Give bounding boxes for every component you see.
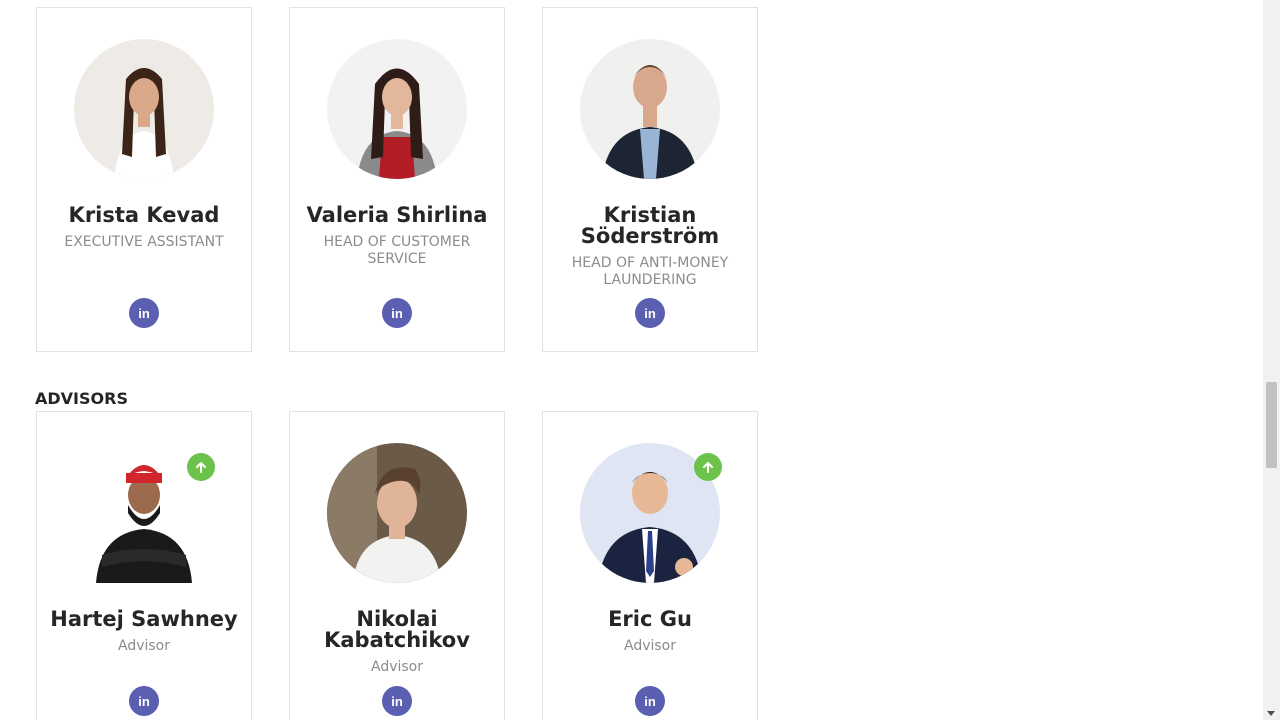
member-role: Advisor — [623, 638, 676, 654]
avatar — [74, 39, 214, 179]
member-name: Hartej Sawhney — [50, 607, 238, 631]
linkedin-icon[interactable]: in — [635, 298, 665, 328]
member-name: Krista Kevad — [68, 203, 220, 227]
arrow-up-icon — [187, 453, 215, 481]
team-card-krista-kevad: Krista Kevad EXECUTIVE ASSISTANT in — [36, 7, 252, 352]
arrow-up-icon — [694, 453, 722, 481]
member-role: HEAD OF ANTI-MONEY LAUNDERING — [571, 255, 729, 288]
avatar — [327, 443, 467, 583]
member-name: Nikolai Kabatchikov — [324, 607, 470, 652]
linkedin-icon[interactable]: in — [129, 686, 159, 716]
advisor-card-nikolai-kabatchikov: Nikolai Kabatchikov Advisor in — [289, 411, 505, 720]
team-card-kristian-soderstrom: Kristian Söderström HEAD OF ANTI-MONEY L… — [542, 7, 758, 352]
advisor-card-eric-gu: Eric Gu Advisor in — [542, 411, 758, 720]
scrollbar-thumb[interactable] — [1266, 382, 1277, 468]
member-name: Eric Gu — [608, 607, 692, 631]
scroll-down-arrow-icon[interactable] — [1267, 711, 1275, 716]
linkedin-icon[interactable]: in — [382, 686, 412, 716]
advisors-heading: ADVISORS — [35, 389, 128, 408]
advisor-card-hartej-sawhney: Hartej Sawhney Advisor in — [36, 411, 252, 720]
page: Krista Kevad EXECUTIVE ASSISTANT in Vale… — [0, 0, 1280, 720]
member-role: EXECUTIVE ASSISTANT — [64, 234, 224, 250]
linkedin-icon[interactable]: in — [382, 298, 412, 328]
linkedin-icon[interactable]: in — [635, 686, 665, 716]
avatar — [580, 39, 720, 179]
member-role: Advisor — [370, 659, 423, 675]
avatar — [327, 39, 467, 179]
team-card-valeria-shirlina: Valeria Shirlina HEAD OF CUSTOMER SERVIC… — [289, 7, 505, 352]
member-role: HEAD OF CUSTOMER SERVICE — [323, 234, 471, 267]
vertical-scrollbar[interactable] — [1263, 0, 1280, 720]
member-name: Kristian Söderström — [580, 203, 720, 248]
member-name: Valeria Shirlina — [306, 203, 488, 227]
member-role: Advisor — [117, 638, 170, 654]
linkedin-icon[interactable]: in — [129, 298, 159, 328]
